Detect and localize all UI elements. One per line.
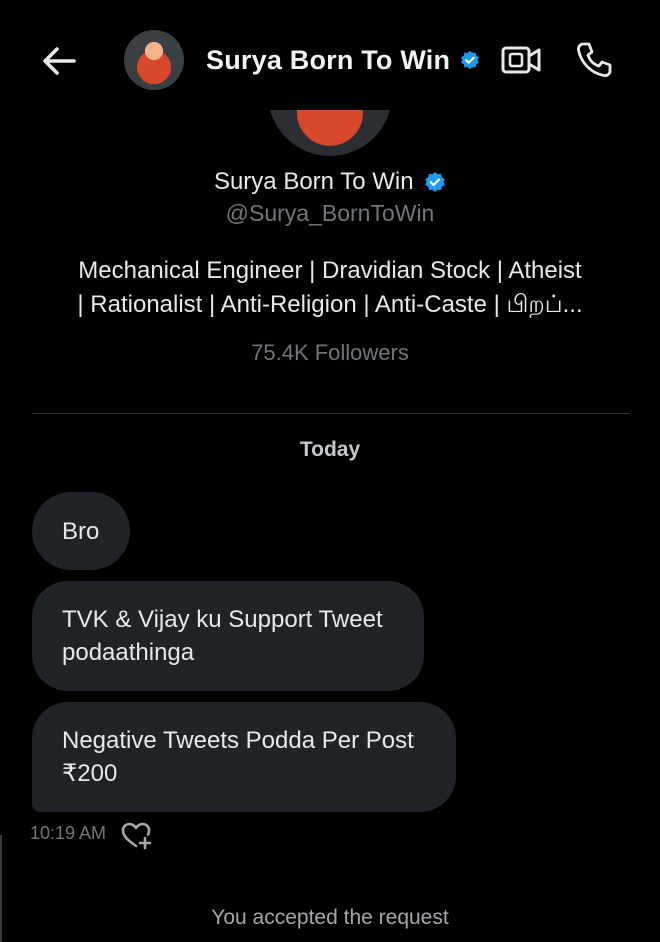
message-text: Negative Tweets Podda Per Post ₹200 [62, 724, 414, 790]
profile-name: Surya Born To Win [213, 168, 414, 195]
followers-count: 75.4K Followers [251, 340, 409, 365]
phone-icon[interactable] [574, 40, 614, 80]
profile-name-row: Surya Born To Win [0, 168, 660, 196]
avatar[interactable] [124, 30, 184, 90]
bio-line: | Rationalist | Anti-Religion | Anti-Cas… [77, 291, 583, 318]
message-line: Negative Tweets Podda Per Post [62, 727, 414, 754]
header-title-group[interactable]: Surya Born To Win [206, 42, 480, 78]
date-separator: Today [299, 438, 361, 461]
message-bubble[interactable]: Negative Tweets Podda Per Post ₹200 [32, 702, 456, 812]
profile-bio: Mechanical Engineer | Dravidian Stock | … [40, 254, 620, 322]
verified-badge-icon [425, 172, 445, 192]
bio-line: Mechanical Engineer | Dravidian Stock | … [78, 257, 582, 284]
arrow-left-icon[interactable] [40, 42, 78, 80]
message-timestamp: 10:19 AM [30, 823, 107, 843]
message-bubble[interactable]: TVK & Vijay ku Support Tweet podaathinga [32, 581, 424, 691]
page-title: Surya Born To Win [206, 44, 451, 75]
message-line: podaathinga [62, 639, 195, 666]
verified-badge-icon [461, 50, 480, 70]
message-bubble[interactable]: Bro [32, 492, 130, 570]
divider [32, 413, 629, 414]
message-line: TVK & Vijay ku Support Tweet [62, 606, 383, 633]
heart-plus-icon[interactable] [120, 820, 152, 850]
message-line: ₹200 [62, 760, 118, 787]
request-status-text: You accepted the request [211, 906, 449, 929]
profile-handle[interactable]: @Surya_BornToWin [0, 200, 660, 227]
video-camera-icon[interactable] [500, 42, 542, 78]
header-bar: Surya Born To Win [0, 0, 660, 110]
message-text: TVK & Vijay ku Support Tweet podaathinga [62, 603, 383, 669]
message-text: Bro [62, 517, 100, 545]
